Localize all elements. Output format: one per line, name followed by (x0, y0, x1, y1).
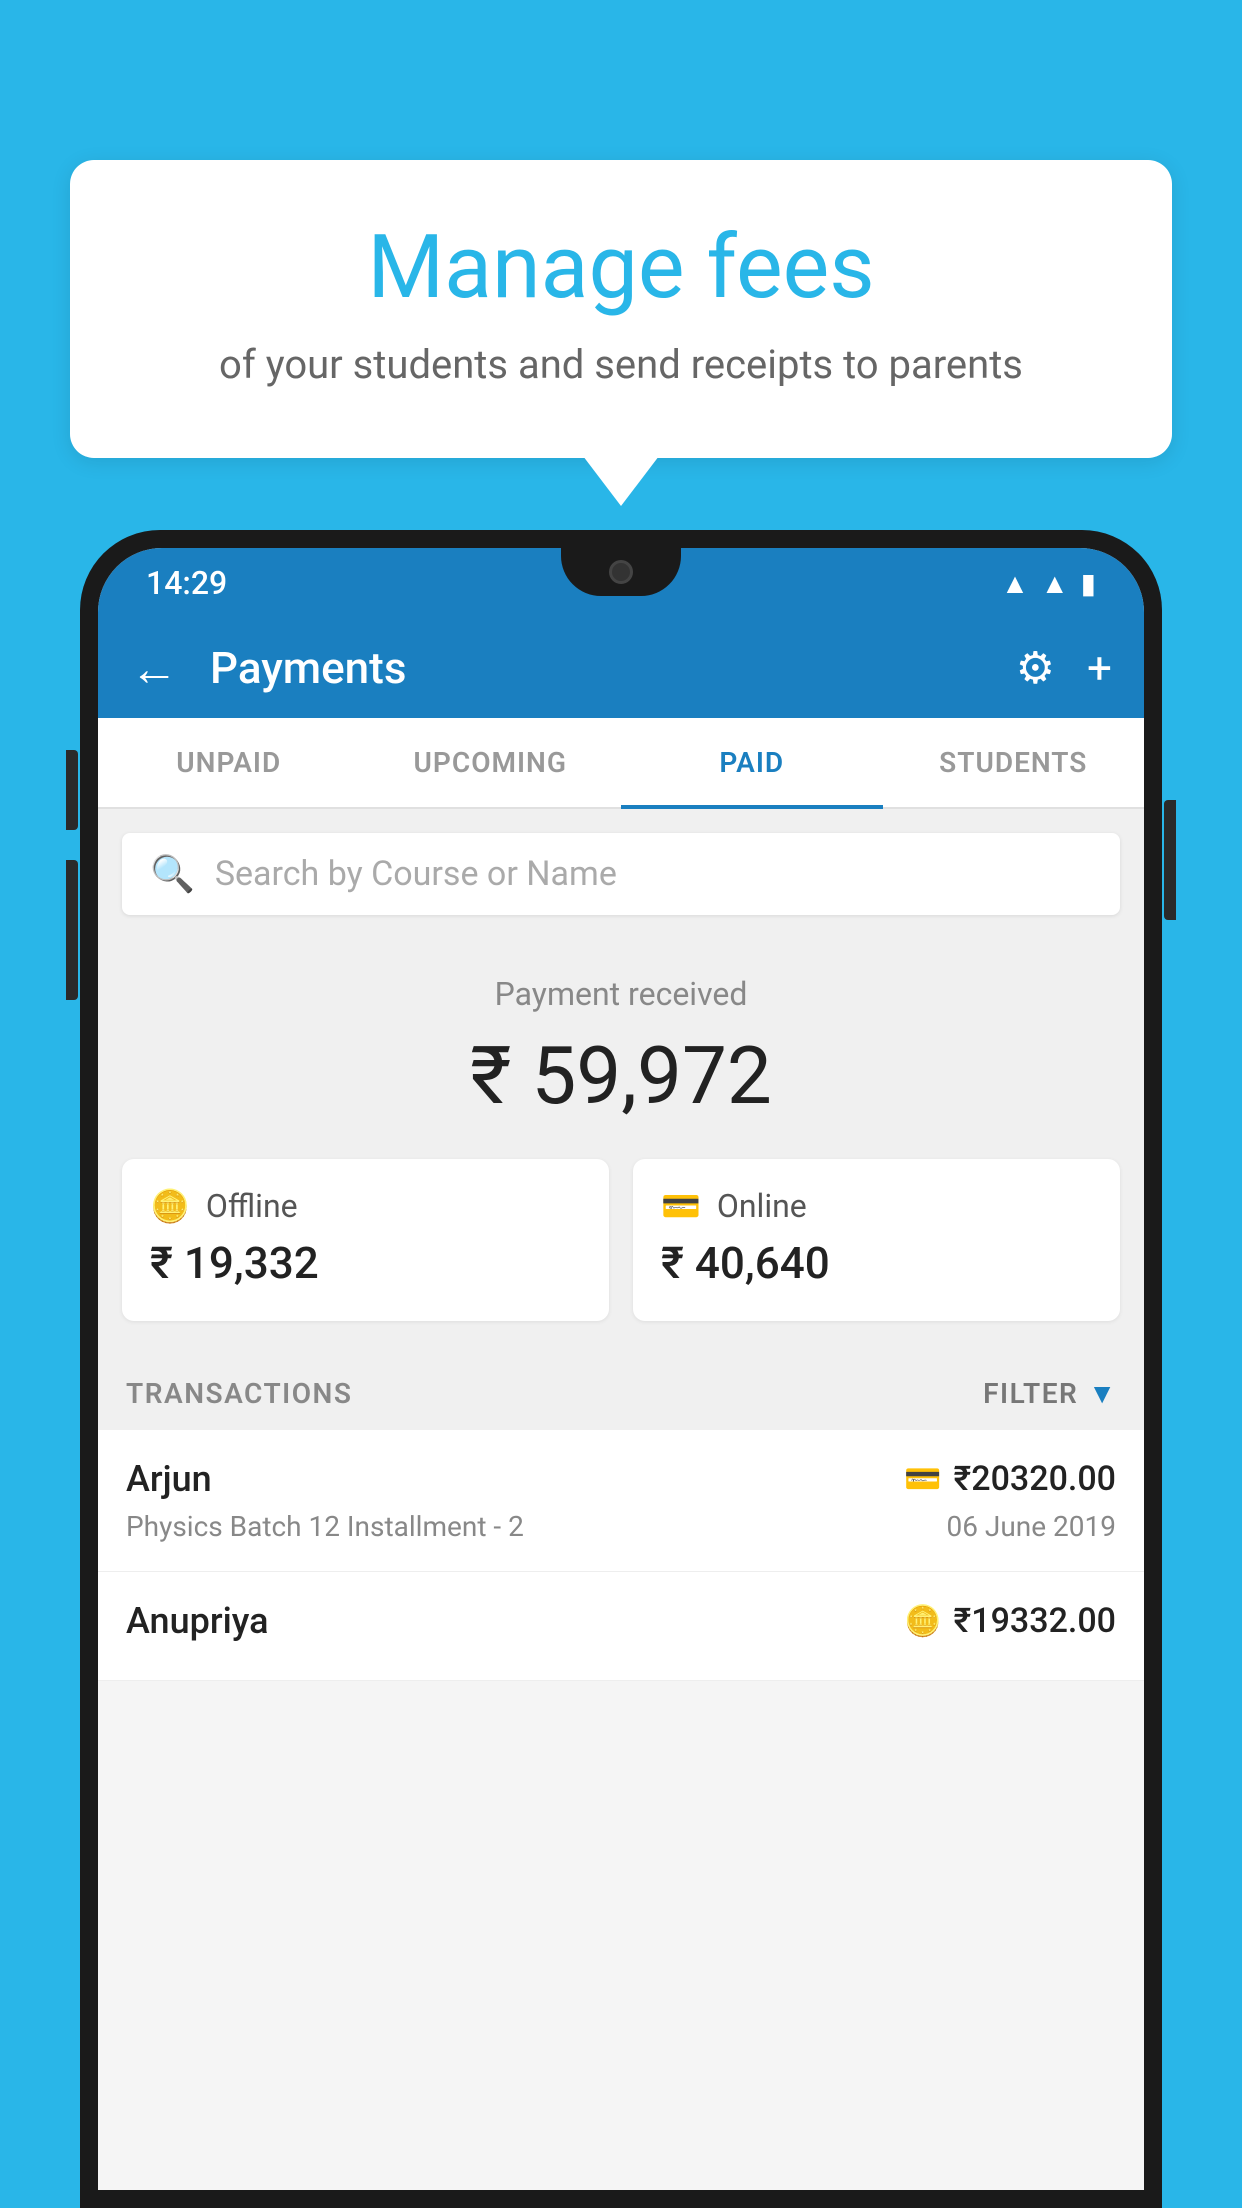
search-icon: 🔍 (150, 853, 195, 895)
status-icons: ▲ ▲ ▮ (1001, 567, 1096, 600)
transactions-label: TRANSACTIONS (126, 1377, 352, 1410)
battery-icon: ▮ (1081, 567, 1096, 600)
online-label: Online (717, 1187, 807, 1225)
tab-students[interactable]: STUDENTS (883, 718, 1145, 807)
signal-icon: ▲ (1041, 567, 1069, 600)
status-time: 14:29 (146, 564, 227, 602)
online-card: 💳 Online ₹ 40,640 (633, 1159, 1120, 1321)
transaction-row[interactable]: Anupriya 🪙 ₹19332.00 (98, 1572, 1144, 1681)
transaction-amount: ₹20320.00 (954, 1459, 1116, 1499)
tab-upcoming[interactable]: UPCOMING (360, 718, 622, 807)
tab-unpaid[interactable]: UNPAID (98, 718, 360, 807)
online-amount: ₹ 40,640 (661, 1237, 1092, 1289)
app-bar-icons: ⚙ + (1016, 642, 1112, 694)
transaction-amount-wrap: 🪙 ₹19332.00 (904, 1601, 1116, 1641)
payment-summary: Payment received ₹ 59,972 (98, 935, 1144, 1159)
page-title: Payments (210, 642, 984, 694)
volume-down-button (66, 860, 78, 1000)
transaction-list: Arjun 💳 ₹20320.00 Physics Batch 12 Insta… (98, 1430, 1144, 1681)
transaction-date: 06 June 2019 (946, 1510, 1116, 1543)
transaction-course: Physics Batch 12 Installment - 2 (126, 1510, 524, 1543)
notch (561, 548, 681, 596)
filter-icon: ▼ (1088, 1377, 1116, 1410)
filter-button[interactable]: FILTER ▼ (983, 1377, 1116, 1410)
filter-label: FILTER (983, 1377, 1078, 1410)
back-button[interactable]: ← (130, 640, 178, 697)
payment-received-label: Payment received (118, 975, 1124, 1013)
transaction-name: Anupriya (126, 1600, 269, 1642)
tab-paid[interactable]: PAID (621, 718, 883, 807)
offline-card: 🪙 Offline ₹ 19,332 (122, 1159, 609, 1321)
add-icon[interactable]: + (1087, 642, 1112, 694)
transaction-bottom: Physics Batch 12 Installment - 2 06 June… (126, 1510, 1116, 1543)
settings-icon[interactable]: ⚙ (1016, 642, 1055, 694)
content-area: 🔍 Search by Course or Name Payment recei… (98, 809, 1144, 1681)
card-payment-icon: 💳 (904, 1462, 941, 1497)
power-button (1164, 800, 1176, 920)
offline-icon: 🪙 (150, 1187, 190, 1225)
transaction-name: Arjun (126, 1458, 212, 1500)
wifi-icon: ▲ (1001, 567, 1029, 600)
cash-payment-icon: 🪙 (904, 1604, 941, 1639)
phone-screen: 14:29 ▲ ▲ ▮ ← Payments ⚙ + UNPAID UPCOMI… (98, 548, 1144, 2190)
app-bar: ← Payments ⚙ + (98, 618, 1144, 718)
online-card-header: 💳 Online (661, 1187, 1092, 1225)
offline-label: Offline (206, 1187, 298, 1225)
transactions-header: TRANSACTIONS FILTER ▼ (98, 1353, 1144, 1430)
volume-up-button (66, 750, 78, 830)
transaction-amount: ₹19332.00 (954, 1601, 1116, 1641)
search-bar[interactable]: 🔍 Search by Course or Name (122, 833, 1120, 915)
payment-amount: ₹ 59,972 (118, 1029, 1124, 1123)
online-icon: 💳 (661, 1187, 701, 1225)
transaction-amount-wrap: 💳 ₹20320.00 (904, 1459, 1116, 1499)
transaction-top: Arjun 💳 ₹20320.00 (126, 1458, 1116, 1500)
offline-amount: ₹ 19,332 (150, 1237, 581, 1289)
tabs-bar: UNPAID UPCOMING PAID STUDENTS (98, 718, 1144, 809)
transaction-row[interactable]: Arjun 💳 ₹20320.00 Physics Batch 12 Insta… (98, 1430, 1144, 1572)
front-camera (609, 560, 633, 584)
speech-bubble: Manage fees of your students and send re… (70, 160, 1172, 458)
payment-cards: 🪙 Offline ₹ 19,332 💳 Online ₹ 40,640 (98, 1159, 1144, 1353)
phone-frame: 14:29 ▲ ▲ ▮ ← Payments ⚙ + UNPAID UPCOMI… (80, 530, 1162, 2208)
search-input[interactable]: Search by Course or Name (215, 854, 617, 894)
bubble-subtitle: of your students and send receipts to pa… (120, 341, 1122, 388)
offline-card-header: 🪙 Offline (150, 1187, 581, 1225)
transaction-top: Anupriya 🪙 ₹19332.00 (126, 1600, 1116, 1642)
bubble-title: Manage fees (120, 220, 1122, 317)
